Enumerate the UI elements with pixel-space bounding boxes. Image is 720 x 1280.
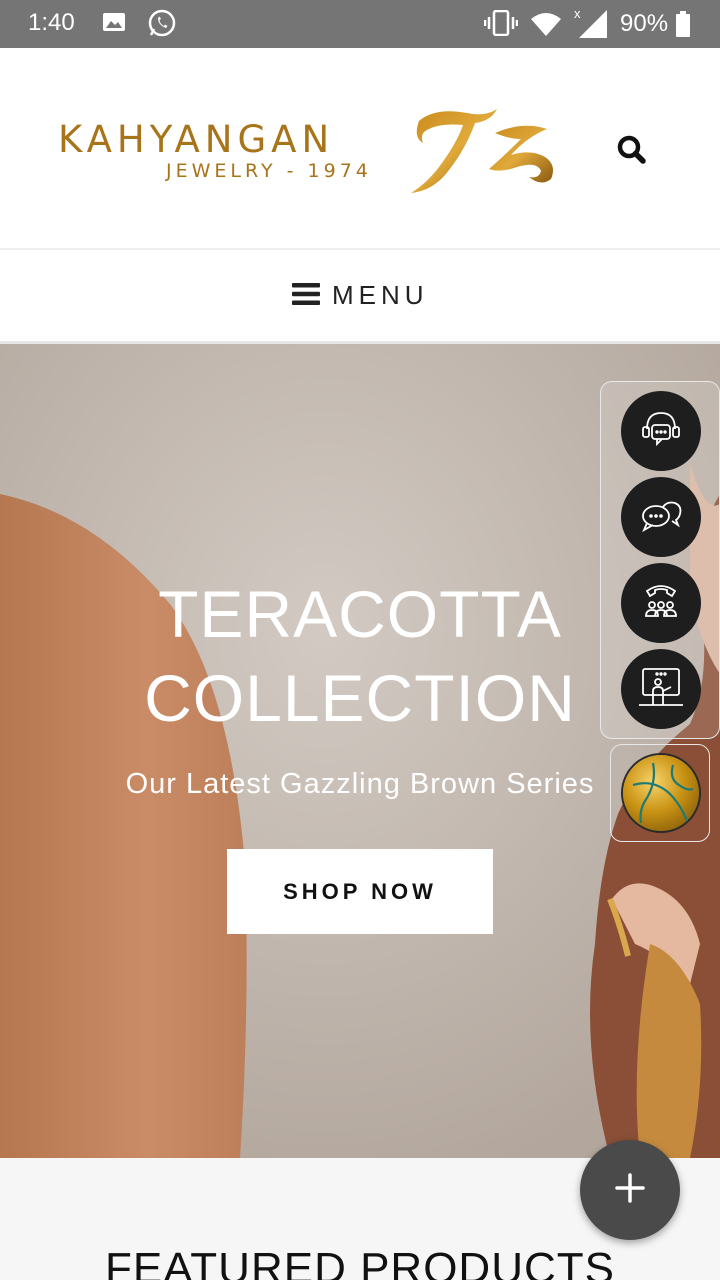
plus-icon [614, 1172, 646, 1208]
image-icon [102, 10, 126, 38]
search-icon [612, 135, 652, 174]
chat-button[interactable] [621, 477, 701, 557]
chat-icon [635, 489, 687, 545]
menu-button[interactable]: MENU [292, 280, 429, 311]
presenter-button[interactable] [621, 649, 701, 729]
search-button[interactable] [612, 130, 652, 170]
battery-icon [676, 11, 690, 41]
call-group-icon [635, 575, 687, 631]
whatsapp-icon [147, 8, 177, 42]
presenter-icon [635, 661, 687, 717]
featured-title: FEATURED PRODUCTS [105, 1244, 615, 1280]
floating-action-button[interactable] [580, 1140, 680, 1240]
site-header: KAHYANGAN JEWELRY - 1974 [0, 48, 720, 250]
battery-level: 90% [620, 10, 669, 37]
brand-name: KAHYANGAN [58, 118, 335, 161]
wifi-icon [530, 12, 562, 40]
brand-monogram-icon [405, 103, 565, 202]
signal-icon: x [574, 6, 608, 42]
status-time: 1:40 [28, 9, 75, 36]
nav-bar: MENU [0, 250, 720, 344]
brand-tagline: JEWELRY - 1974 [166, 160, 372, 182]
gold-ball-icon[interactable] [623, 755, 699, 831]
vibrate-icon [483, 9, 519, 40]
ball-widget-panel [610, 744, 710, 842]
svg-text:x: x [574, 6, 581, 21]
menu-label: MENU [332, 280, 429, 310]
shop-now-button[interactable]: SHOP NOW [227, 849, 493, 934]
call-group-button[interactable] [621, 563, 701, 643]
contact-widget-panel [600, 381, 720, 739]
support-agent-icon [635, 403, 687, 459]
support-agent-button[interactable] [621, 391, 701, 471]
status-bar: 1:40 x 90% [0, 0, 720, 48]
hamburger-icon [292, 282, 320, 310]
